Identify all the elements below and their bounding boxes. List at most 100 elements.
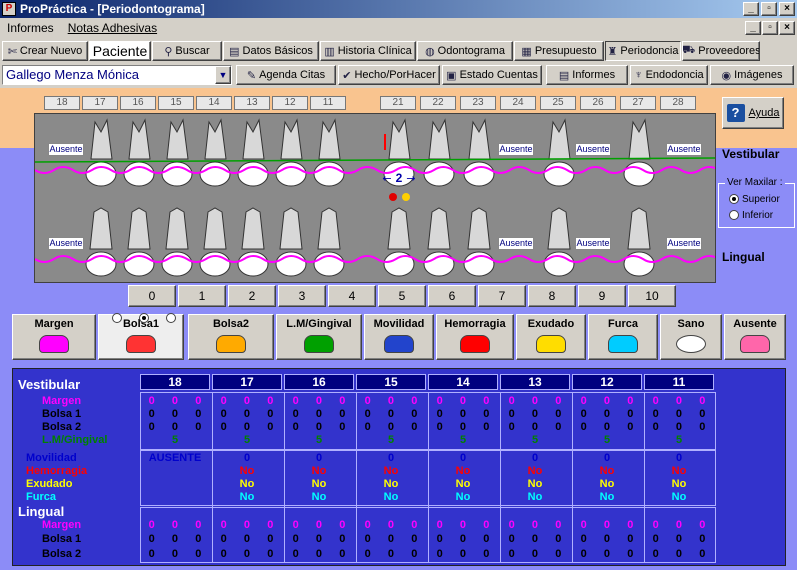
radio-superior[interactable]: Superior (729, 194, 780, 205)
scale-button-10[interactable]: 10 (628, 285, 676, 307)
periodontogram-chart[interactable]: 2 ← → (34, 113, 720, 283)
tooth-lower-14[interactable] (199, 207, 231, 277)
cell-bolsa1[interactable]: 0 0 0 (284, 408, 354, 420)
lingual-cell-margen[interactable]: 0 0 0 (500, 519, 570, 531)
informes-button[interactable]: ▤ Informes (546, 65, 628, 85)
scale-button-0[interactable]: 0 (128, 285, 176, 307)
tooth-number-28[interactable]: 28 (660, 96, 696, 110)
tooth-number-16[interactable]: 16 (120, 96, 156, 110)
child-restore-button[interactable]: ▫ (762, 21, 778, 35)
margen-mode-button[interactable]: Margen (12, 314, 96, 360)
lingual-cell-bolsa1[interactable]: 0 0 0 (140, 533, 210, 545)
column-header-16[interactable]: 16 (284, 374, 354, 390)
odontograma-button[interactable]: ◍ Odontograma (417, 41, 513, 61)
cell-bolsa1[interactable]: 0 0 0 (644, 408, 714, 420)
radio-superior-dot[interactable] (729, 194, 739, 205)
cell-furca[interactable]: No (356, 491, 426, 503)
tooth-lower-13[interactable] (237, 207, 269, 277)
tooth-number-26[interactable]: 26 (580, 96, 616, 110)
cell-hemorragia[interactable]: No (356, 465, 426, 477)
historia-clinica-button[interactable]: ▥ Historia Clínica (320, 41, 416, 61)
cell-bolsa2[interactable]: 0 0 0 (644, 421, 714, 433)
tooth-number-18[interactable]: 18 (44, 96, 80, 110)
lingual-cell-bolsa2[interactable]: 0 0 0 (284, 548, 354, 560)
menu-notas-adhesivas[interactable]: Notas Adhesivas (61, 21, 164, 35)
cell-bolsa2[interactable]: 0 0 0 (500, 421, 570, 433)
tooth-upper-23[interactable] (463, 118, 495, 187)
estado-cuentas-button[interactable]: ▣ Estado Cuentas (442, 65, 542, 85)
tooth-number-14[interactable]: 14 (196, 96, 232, 110)
tooth-upper-16[interactable] (123, 118, 155, 187)
column-header-13[interactable]: 13 (500, 374, 570, 390)
tooth-lower-17[interactable] (85, 207, 117, 277)
scale-button-4[interactable]: 4 (328, 285, 376, 307)
column-header-14[interactable]: 14 (428, 374, 498, 390)
cell-lmg[interactable]: 5 (284, 434, 354, 446)
cell-lmg[interactable]: 5 (356, 434, 426, 446)
column-header-15[interactable]: 15 (356, 374, 426, 390)
tooth-number-11[interactable]: 11 (310, 96, 346, 110)
absent-marker[interactable]: Ausente (48, 237, 84, 250)
lingual-cell-bolsa1[interactable]: 0 0 0 (212, 533, 282, 545)
cell-lmg[interactable]: 5 (500, 434, 570, 446)
tooth-upper-11[interactable] (313, 118, 345, 187)
cell-hemorragia[interactable]: No (284, 465, 354, 477)
cell-exudado[interactable]: No (284, 478, 354, 490)
scale-button-9[interactable]: 9 (578, 285, 626, 307)
lingual-cell-bolsa1[interactable]: 0 0 0 (356, 533, 426, 545)
cell-bolsa1[interactable]: 0 0 0 (428, 408, 498, 420)
exudado-mode-button[interactable]: Exudado (516, 314, 586, 360)
tooth-number-13[interactable]: 13 (234, 96, 270, 110)
lingual-cell-bolsa1[interactable]: 0 0 0 (644, 533, 714, 545)
cell-movilidad[interactable]: 0 (356, 452, 426, 464)
cell-furca[interactable]: No (212, 491, 282, 503)
scale-button-8[interactable]: 8 (528, 285, 576, 307)
bolsa-radio-3[interactable] (166, 313, 176, 323)
column-header-17[interactable]: 17 (212, 374, 282, 390)
tooth-lower-27[interactable] (623, 207, 655, 277)
tooth-number-22[interactable]: 22 (420, 96, 456, 110)
lingual-cell-bolsa2[interactable]: 0 0 0 (572, 548, 642, 560)
furca-mode-button[interactable]: Furca (588, 314, 658, 360)
cell-exudado[interactable]: No (644, 478, 714, 490)
cell-margen[interactable]: 0 0 0 (284, 395, 354, 407)
lingual-cell-margen[interactable]: 0 0 0 (428, 519, 498, 531)
cell-lmg[interactable]: 5 (644, 434, 714, 446)
lingual-cell-bolsa1[interactable]: 0 0 0 (284, 533, 354, 545)
cell-lmg[interactable]: 5 (140, 434, 210, 446)
lingual-cell-margen[interactable]: 0 0 0 (644, 519, 714, 531)
cell-bolsa1[interactable]: 0 0 0 (572, 408, 642, 420)
datos-basicos-button[interactable]: ▤ Datos Básicos (223, 41, 319, 61)
cell-margen[interactable]: 0 0 0 (644, 395, 714, 407)
absent-marker[interactable]: Ausente (575, 143, 611, 156)
cell-margen[interactable]: 0 0 0 (428, 395, 498, 407)
absent-marker[interactable]: Ausente (498, 237, 534, 250)
scale-button-7[interactable]: 7 (478, 285, 526, 307)
lingual-cell-margen[interactable]: 0 0 0 (356, 519, 426, 531)
buscar-button[interactable]: ⚲ Buscar (152, 41, 222, 61)
cell-bolsa2[interactable]: 0 0 0 (284, 421, 354, 433)
radio-inferior-dot[interactable] (729, 210, 739, 221)
cell-lmg[interactable]: 5 (572, 434, 642, 446)
cell-hemorragia[interactable]: No (500, 465, 570, 477)
tooth-lower-11[interactable] (313, 207, 345, 277)
tooth-lower-22[interactable] (423, 207, 455, 277)
minimize-button[interactable]: _ (743, 2, 759, 16)
tooth-number-12[interactable]: 12 (272, 96, 308, 110)
cell-hemorragia[interactable]: No (212, 465, 282, 477)
lingual-cell-bolsa1[interactable]: 0 0 0 (500, 533, 570, 545)
close-button[interactable]: × (779, 2, 795, 16)
tooth-number-25[interactable]: 25 (540, 96, 576, 110)
scale-button-2[interactable]: 2 (228, 285, 276, 307)
cell-lmg[interactable]: 5 (428, 434, 498, 446)
cell-exudado[interactable]: No (500, 478, 570, 490)
absent-marker[interactable]: Ausente (666, 237, 702, 250)
imagenes-button[interactable]: ◉ Imágenes (710, 65, 794, 85)
lingual-cell-bolsa2[interactable]: 0 0 0 (140, 548, 210, 560)
patient-select[interactable]: Gallego Menza Mónica ▼ (2, 65, 232, 85)
lingual-cell-bolsa2[interactable]: 0 0 0 (356, 548, 426, 560)
column-header-11[interactable]: 11 (644, 374, 714, 390)
cell-exudado[interactable]: No (356, 478, 426, 490)
column-header-12[interactable]: 12 (572, 374, 642, 390)
lingual-cell-bolsa2[interactable]: 0 0 0 (212, 548, 282, 560)
